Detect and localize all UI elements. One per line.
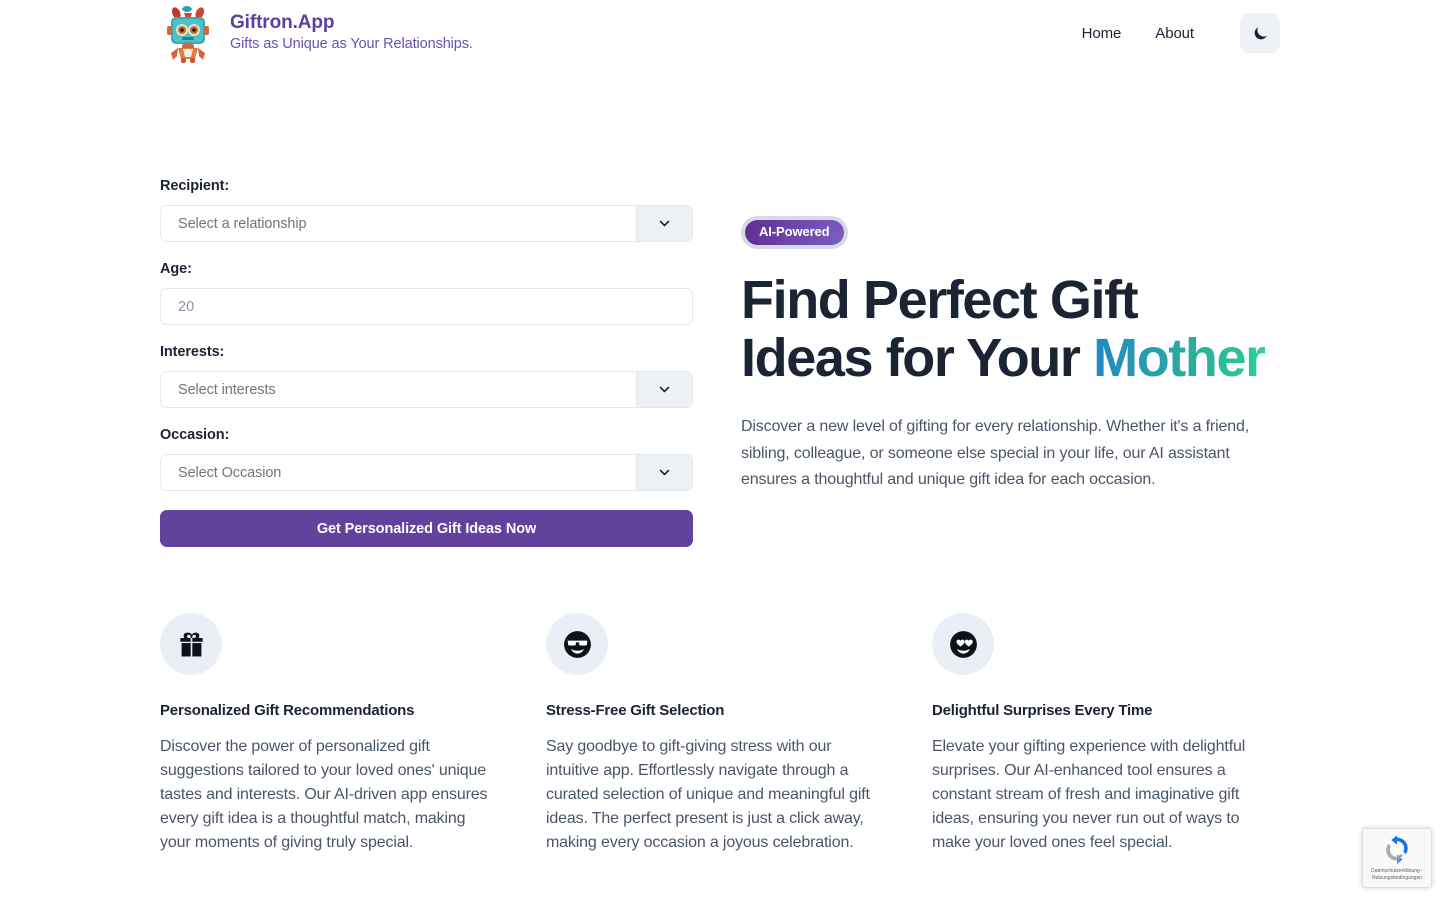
gift-box-icon bbox=[160, 613, 222, 675]
theme-toggle-button[interactable] bbox=[1240, 13, 1280, 53]
chevron-down-icon bbox=[658, 217, 671, 230]
smiley-sunglasses-icon bbox=[546, 613, 608, 675]
main-navigation: Home About bbox=[1080, 13, 1280, 53]
hero-description: Discover a new level of gifting for ever… bbox=[741, 418, 1250, 489]
field-recipient: Recipient: bbox=[160, 178, 693, 242]
field-occasion: Occasion: bbox=[160, 427, 693, 491]
nav-link-home[interactable]: Home bbox=[1080, 21, 1124, 46]
giftron-robot-logo bbox=[160, 3, 216, 63]
recipient-select-chevron-button[interactable] bbox=[636, 206, 692, 241]
smiley-heart-eyes-icon bbox=[932, 613, 994, 675]
field-interests: Interests: bbox=[160, 344, 693, 408]
occasion-select-input[interactable] bbox=[161, 455, 636, 490]
moon-icon bbox=[1252, 25, 1269, 42]
gift-finder-form: Recipient: Age: Inter bbox=[160, 66, 693, 547]
feature-description: Say goodbye to gift-giving stress with o… bbox=[546, 738, 870, 851]
interests-label: Interests: bbox=[160, 344, 225, 360]
age-label: Age: bbox=[160, 261, 192, 277]
ai-powered-badge: AI-Powered bbox=[745, 220, 844, 245]
nav-link-about[interactable]: About bbox=[1153, 21, 1196, 46]
feature-description: Elevate your gifting experience with del… bbox=[932, 738, 1246, 851]
chevron-down-icon bbox=[658, 466, 671, 479]
get-gift-ideas-button[interactable]: Get Personalized Gift Ideas Now bbox=[160, 510, 693, 547]
feature-card: Delightful Surprises Every Time Elevate … bbox=[932, 613, 1318, 855]
brand-tagline: Gifts as Unique as Your Relationships. bbox=[230, 36, 473, 53]
age-input[interactable] bbox=[160, 288, 693, 325]
site-header: Giftron.App Gifts as Unique as Your Rela… bbox=[0, 0, 1440, 66]
feature-card: Stress-Free Gift Selection Say goodbye t… bbox=[546, 613, 932, 855]
feature-title: Delightful Surprises Every Time bbox=[932, 702, 1153, 719]
brand-title: Giftron.App bbox=[230, 12, 335, 34]
main-content: Recipient: Age: Inter bbox=[0, 66, 1440, 855]
feature-title: Stress-Free Gift Selection bbox=[546, 702, 725, 719]
hero-title-lead: Find Perfect Gift Ideas for Your bbox=[741, 269, 1139, 389]
recipient-label: Recipient: bbox=[160, 178, 230, 194]
feature-title: Personalized Gift Recommendations bbox=[160, 702, 415, 719]
interests-select[interactable] bbox=[160, 371, 693, 408]
interests-select-chevron-button[interactable] bbox=[636, 372, 692, 407]
recipient-select[interactable] bbox=[160, 205, 693, 242]
recipient-select-input[interactable] bbox=[161, 206, 636, 241]
recaptcha-icon bbox=[1386, 835, 1408, 865]
field-age: Age: bbox=[160, 261, 693, 325]
occasion-select[interactable] bbox=[160, 454, 693, 491]
occasion-label: Occasion: bbox=[160, 427, 230, 443]
feature-card: Personalized Gift Recommendations Discov… bbox=[160, 613, 546, 855]
hero-title-accent: Mother bbox=[1093, 328, 1266, 389]
chevron-down-icon bbox=[658, 383, 671, 396]
features-section: Personalized Gift Recommendations Discov… bbox=[0, 613, 1440, 855]
hero-section: AI-Powered Find Perfect Gift Ideas for Y… bbox=[693, 66, 1280, 493]
brand-logo-group[interactable]: Giftron.App Gifts as Unique as Your Rela… bbox=[160, 3, 473, 63]
feature-description: Discover the power of personalized gift … bbox=[160, 738, 488, 851]
hero-row: Recipient: Age: Inter bbox=[0, 66, 1440, 547]
recaptcha-text: Datenschutzerklärung - Nutzungsbedingung… bbox=[1371, 868, 1423, 881]
recaptcha-badge[interactable]: Datenschutzerklärung - Nutzungsbedingung… bbox=[1362, 828, 1432, 888]
ai-powered-badge-shell: AI-Powered bbox=[741, 216, 848, 249]
brand-text: Giftron.App Gifts as Unique as Your Rela… bbox=[230, 12, 473, 53]
interests-select-input[interactable] bbox=[161, 372, 636, 407]
occasion-select-chevron-button[interactable] bbox=[636, 455, 692, 490]
page-title: Find Perfect Gift Ideas for Your Mother bbox=[741, 269, 1280, 389]
